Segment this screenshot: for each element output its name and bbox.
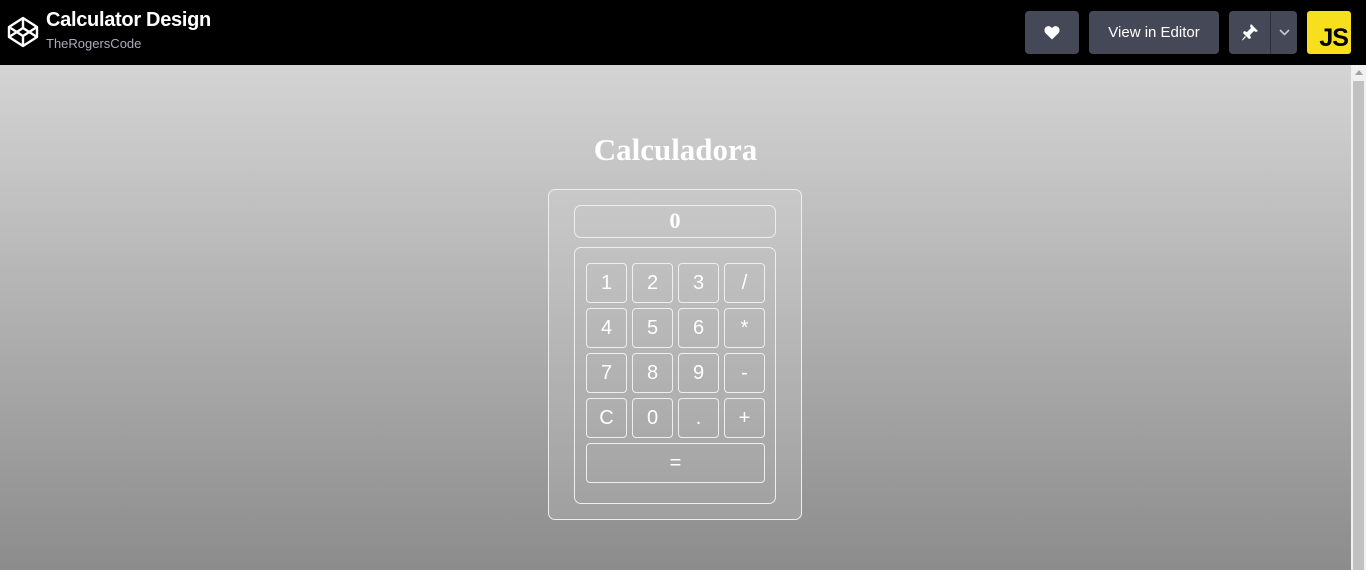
heart-icon: [1044, 26, 1060, 40]
key-1[interactable]: 1: [586, 263, 627, 303]
calculator-display: 0: [574, 205, 776, 238]
calculator: 0 1 2 3 / 4 5 6 * 7 8 9 - C 0 . + =: [548, 189, 802, 520]
chevron-down-icon: [1278, 29, 1290, 36]
key-multiply[interactable]: *: [724, 308, 765, 348]
key-divide[interactable]: /: [724, 263, 765, 303]
key-3[interactable]: 3: [678, 263, 719, 303]
pin-icon: [1241, 24, 1258, 41]
pen-title[interactable]: Calculator Design: [46, 9, 211, 32]
key-6[interactable]: 6: [678, 308, 719, 348]
calculator-keypad: 1 2 3 / 4 5 6 * 7 8 9 - C 0 . + =: [574, 247, 776, 504]
love-button[interactable]: [1025, 11, 1079, 54]
key-2[interactable]: 2: [632, 263, 673, 303]
view-in-editor-button[interactable]: View in Editor: [1089, 11, 1219, 54]
js-badge[interactable]: JS: [1307, 11, 1351, 54]
key-subtract[interactable]: -: [724, 353, 765, 393]
pin-button[interactable]: [1229, 11, 1270, 54]
key-7[interactable]: 7: [586, 353, 627, 393]
scroll-up-arrow-icon[interactable]: [1355, 70, 1363, 75]
scrollbar[interactable]: [1351, 65, 1366, 570]
key-4[interactable]: 4: [586, 308, 627, 348]
pin-button-group: [1229, 11, 1297, 54]
key-5[interactable]: 5: [632, 308, 673, 348]
key-add[interactable]: +: [724, 398, 765, 438]
key-9[interactable]: 9: [678, 353, 719, 393]
codepen-logo-icon[interactable]: [7, 16, 39, 48]
key-decimal[interactable]: .: [678, 398, 719, 438]
key-0[interactable]: 0: [632, 398, 673, 438]
pin-options-button[interactable]: [1271, 11, 1297, 54]
top-bar: Calculator Design TheRogersCode View in …: [0, 0, 1366, 65]
key-clear[interactable]: C: [586, 398, 627, 438]
pen-author[interactable]: TheRogersCode: [46, 36, 141, 51]
key-equals[interactable]: =: [586, 443, 765, 483]
calculator-heading: Calculadora: [593, 132, 758, 167]
scrollbar-thumb[interactable]: [1353, 81, 1364, 570]
preview-area: Calculadora 0 1 2 3 / 4 5 6 * 7 8 9 - C …: [0, 65, 1351, 570]
key-8[interactable]: 8: [632, 353, 673, 393]
